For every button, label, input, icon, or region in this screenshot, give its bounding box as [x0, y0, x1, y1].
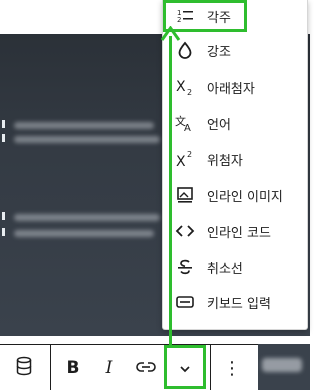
menu-item-language[interactable]: 文 A 언어: [173, 109, 299, 137]
menu-item-label: 위첨자: [207, 153, 243, 169]
menu-item-superscript[interactable]: X 2 위첨자: [173, 145, 299, 173]
menu-item-label: 강조: [207, 44, 231, 60]
link-button[interactable]: [134, 345, 158, 390]
svg-text:X: X: [176, 79, 186, 95]
menu-item-inline-image[interactable]: 인라인 이미지: [173, 181, 299, 209]
toolbar-divider: [50, 345, 51, 390]
menu-item-strikethrough[interactable]: 취소선: [173, 253, 299, 281]
svg-text:X: X: [176, 154, 186, 168]
menu-item-label: 언어: [207, 117, 231, 133]
arrow-head-icon: [160, 26, 181, 41]
footnote-icon: 1 2: [173, 4, 197, 28]
menu-item-label: 취소선: [207, 261, 243, 277]
superscript-icon: X 2: [173, 147, 197, 171]
blurred-button-text: [262, 358, 302, 372]
keyboard-icon: [173, 290, 197, 314]
italic-button[interactable]: I: [99, 345, 119, 390]
block-type-button[interactable]: [12, 345, 36, 390]
link-icon: [136, 359, 156, 378]
svg-text:2: 2: [177, 16, 181, 24]
language-icon: 文 A: [173, 111, 197, 135]
bold-button[interactable]: B: [62, 345, 84, 390]
options-button[interactable]: ⋮: [220, 345, 244, 390]
menu-item-subscript[interactable]: X 2 아래첨자: [173, 73, 299, 101]
menu-item-inline-code[interactable]: 인라인 코드: [173, 217, 299, 245]
svg-text:2: 2: [187, 88, 192, 96]
toolbar-divider: [210, 345, 211, 390]
menu-item-label: 인라인 이미지: [207, 189, 283, 205]
subscript-icon: X 2: [173, 75, 197, 99]
annotation-arrow: [169, 36, 172, 348]
more-vertical-icon: ⋮: [223, 357, 241, 379]
block-toolbar: B I ⋮: [0, 344, 258, 390]
database-icon: [15, 356, 33, 380]
strikethrough-icon: [173, 255, 197, 279]
chevron-highlight-box: [164, 345, 206, 389]
menu-item-label: 각주: [207, 10, 231, 26]
code-icon: [173, 219, 197, 243]
inline-image-icon: [173, 183, 197, 207]
menu-item-label: 아래첨자: [207, 81, 255, 97]
menu-item-keyboard-input[interactable]: 키보드 입력: [173, 288, 299, 316]
svg-text:A: A: [184, 123, 191, 132]
menu-item-label: 인라인 코드: [207, 225, 271, 241]
svg-text:2: 2: [187, 150, 192, 159]
more-formatting-menu: 1 2 각주 강조 X 2 아래첨자 文 A 언어 X 2 위첨자 인라인 이미…: [162, 0, 308, 330]
menu-item-highlight[interactable]: 강조: [173, 36, 299, 64]
menu-item-label: 키보드 입력: [207, 296, 271, 312]
